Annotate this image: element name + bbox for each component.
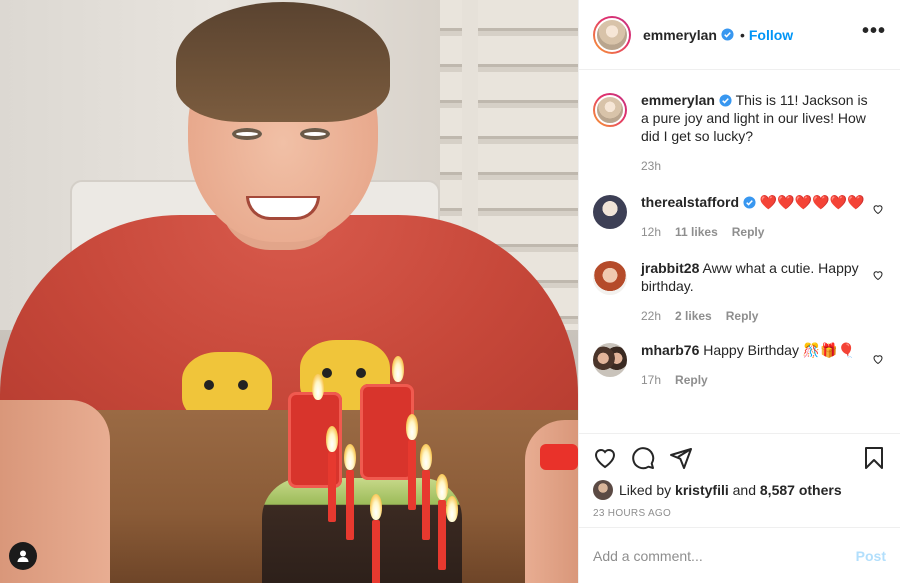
caption-avatar[interactable] [593,93,627,127]
photo-boy-eye [232,128,262,140]
photo-candle-flame [406,414,418,440]
author-username[interactable]: emmerylan [643,27,717,43]
post-age: 23 HOURS AGO [593,508,672,519]
photo-candle-flame [344,444,356,470]
photo-candle [328,452,336,522]
add-comment-bar: Post [579,527,900,583]
photo-candle-flame [436,474,448,500]
verified-badge-icon [719,94,732,107]
comment-avatar[interactable] [593,195,627,229]
post-comment-button[interactable]: Post [856,548,886,564]
liker-avatar[interactable] [593,480,613,500]
photo-boy-eye [300,128,330,140]
comment-like-heart-icon[interactable] [872,203,884,215]
caption-body: emmerylan This is 11! Jackson is a pure … [641,91,886,175]
comment-like-heart-icon[interactable] [872,269,884,281]
comment-likes[interactable]: 2 likes [675,307,712,325]
follow-button[interactable]: Follow [749,27,793,43]
comment-username[interactable]: therealstafford [641,194,739,210]
heart-icon[interactable] [593,446,617,470]
photo-candle-flame [370,494,382,520]
post-side-panel: emmerylan • Follow ••• emmerylan This is… [578,0,900,583]
user-tag-glyph [17,550,29,562]
post-photo[interactable] [0,0,578,583]
liker-username[interactable]: kristyfili [675,482,729,498]
action-icons [593,434,886,482]
comment-meta: 17h Reply [641,371,868,389]
comment-text: ❤️❤️❤️❤️❤️❤️ [759,194,865,210]
photo-candle [372,520,380,583]
author-avatar[interactable] [593,15,631,54]
likes-others-link[interactable]: 8,587 others [760,482,842,498]
likes-connector: and [732,482,756,498]
photo-candle-flame [326,426,338,452]
comment-reply-button[interactable]: Reply [675,371,708,389]
comment-body: mharb76 Happy Birthday 🎊🎁🎈 17h Reply [641,341,886,389]
caption-meta: 23h [641,157,868,175]
comment-meta: 12h 11 likes Reply [641,223,868,241]
photo-candle [408,440,416,510]
comment-item: jrabbit28 Aww what a cutie. Happy birthd… [593,241,886,325]
comment-meta: 22h 2 likes Reply [641,307,868,325]
photo-candle [346,470,354,540]
photo-boy-hair [176,2,390,122]
verified-badge-icon [743,196,756,209]
comment-username[interactable]: mharb76 [641,342,699,358]
user-tag-icon[interactable] [9,542,37,570]
verified-badge-icon [721,28,734,41]
photo-candle-flame [446,496,458,522]
photo-candle [422,470,430,540]
comment-body: jrabbit28 Aww what a cutie. Happy birthd… [641,259,886,325]
comment-avatar[interactable] [593,343,627,377]
photo-candle-flame [312,374,324,400]
photo-candle-flame [392,356,404,382]
comment-username[interactable]: jrabbit28 [641,260,699,276]
caption-username[interactable]: emmerylan [641,92,715,108]
comment-body: therealstafford ❤️❤️❤️❤️❤️❤️ 12h 11 like… [641,193,886,241]
comment-text: Happy Birthday 🎊🎁🎈 [703,342,856,358]
share-icon[interactable] [669,446,693,470]
comment-reply-button[interactable]: Reply [732,223,765,241]
comments-list[interactable]: emmerylan This is 11! Jackson is a pure … [579,71,900,433]
header-separator: • [739,26,745,43]
comment-item: mharb76 Happy Birthday 🎊🎁🎈 17h Reply [593,325,886,389]
photo-candle-flame [420,444,432,470]
more-options-icon[interactable]: ••• [862,21,886,41]
comment-time: 17h [641,373,662,387]
comment-item: therealstafford ❤️❤️❤️❤️❤️❤️ 12h 11 like… [593,175,886,241]
comment-avatar[interactable] [593,261,627,295]
photo-birthday-cake [262,478,462,583]
comment-input[interactable] [593,547,856,564]
likes-prefix: Liked by [619,482,672,498]
photo-candle [438,500,446,570]
comment-icon[interactable] [631,446,655,470]
post-header: emmerylan • Follow ••• [579,0,900,70]
comment-like-heart-icon[interactable] [872,353,884,365]
caption-time: 23h [641,159,662,173]
caption-item: emmerylan This is 11! Jackson is a pure … [593,71,886,175]
comment-reply-button[interactable]: Reply [726,307,759,325]
comment-likes[interactable]: 11 likes [675,223,718,241]
instagram-post: emmerylan • Follow ••• emmerylan This is… [0,0,900,583]
comment-time: 22h [641,309,662,323]
comment-time: 12h [641,225,662,239]
bookmark-icon[interactable] [862,446,886,470]
photo-wristband [540,444,578,470]
likes-summary: Liked by kristyfili and 8,587 others [593,480,886,500]
post-actions: Liked by kristyfili and 8,587 others 23 … [579,433,900,527]
